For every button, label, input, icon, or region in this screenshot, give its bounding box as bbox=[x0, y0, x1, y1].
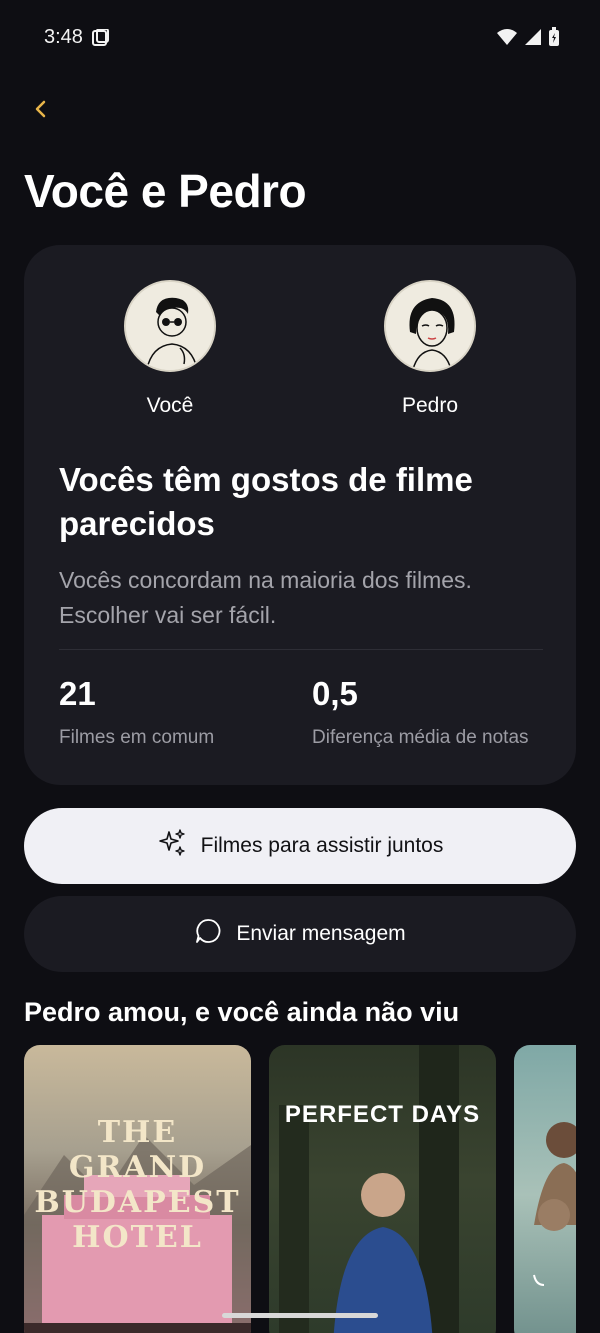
movie-carousel[interactable]: THE GRAND BUDAPEST HOTEL PERFECT DAYS bbox=[24, 1045, 576, 1333]
section-title: Pedro amou, e você ainda não viu bbox=[24, 997, 460, 1027]
movie-poster-title: PERFECT DAYS bbox=[284, 1101, 481, 1128]
page-title: Você e Pedro bbox=[24, 165, 307, 217]
person-name-you: Você bbox=[146, 394, 194, 417]
avatar-pedro[interactable] bbox=[384, 280, 476, 372]
watch-together-label: Filmes para assistir juntos bbox=[200, 834, 444, 857]
match-heading: Vocês têm gostos de filme parecidos bbox=[59, 461, 473, 542]
home-indicator[interactable] bbox=[222, 1313, 378, 1318]
stat-value: 21 bbox=[59, 675, 96, 712]
divider bbox=[59, 649, 543, 650]
avatar-you[interactable] bbox=[124, 280, 216, 372]
stat-common-movies: 21 Filmes em comum bbox=[59, 675, 214, 749]
stat-label: Filmes em comum bbox=[59, 727, 215, 748]
movie-poster-title: THE GRAND BUDAPEST HOTEL bbox=[34, 1115, 241, 1255]
chat-bubble-icon bbox=[194, 917, 222, 951]
send-message-button[interactable]: Enviar mensagem bbox=[24, 896, 576, 972]
sparkles-icon bbox=[157, 828, 187, 864]
stat-label: Diferença média de notas bbox=[312, 727, 529, 748]
wifi-icon bbox=[496, 28, 518, 51]
send-message-label: Enviar mensagem bbox=[236, 922, 406, 945]
match-description: Vocês concordam na maioria dos filmes. E… bbox=[59, 567, 472, 628]
watch-together-button[interactable]: Filmes para assistir juntos bbox=[24, 808, 576, 884]
person-name-pedro: Pedro bbox=[401, 394, 459, 417]
status-icons bbox=[496, 27, 560, 52]
person-you: Você bbox=[110, 280, 230, 418]
person-friend: Pedro bbox=[370, 280, 490, 418]
movie-poster[interactable]: PERFECT DAYS bbox=[269, 1045, 496, 1333]
sim-card-icon bbox=[91, 28, 109, 52]
chevron-left-icon bbox=[34, 95, 46, 126]
status-time: 3:48 bbox=[44, 26, 83, 48]
back-button[interactable] bbox=[26, 96, 54, 124]
signal-icon bbox=[524, 28, 542, 51]
stat-value: 0,5 bbox=[312, 675, 358, 712]
battery-icon bbox=[548, 27, 560, 52]
taste-match-card: Você Pedro Vocês têm gostos de filme par… bbox=[24, 245, 576, 785]
status-bar: 3:48 bbox=[0, 0, 600, 76]
movie-poster[interactable]: THE GRAND BUDAPEST HOTEL bbox=[24, 1045, 251, 1333]
movie-poster[interactable] bbox=[514, 1045, 576, 1333]
stat-rating-difference: 0,5 Diferença média de notas bbox=[312, 675, 529, 749]
